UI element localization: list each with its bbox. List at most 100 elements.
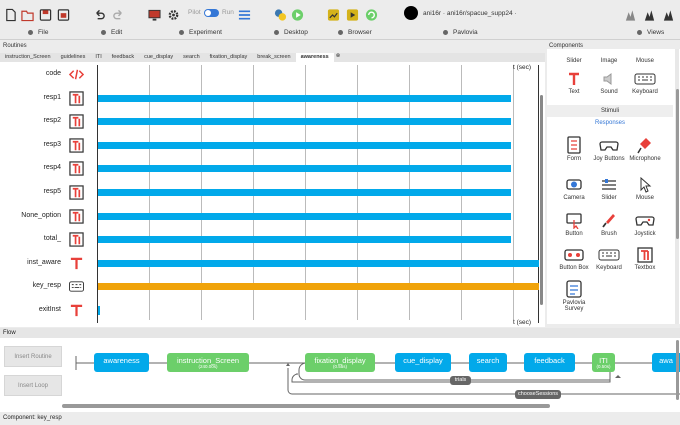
flow-routine-search[interactable]: search xyxy=(469,353,507,372)
tab-iti[interactable]: ITI xyxy=(90,53,106,62)
flow-routine-awareness[interactable]: awareness xyxy=(94,353,149,372)
textbox-icon[interactable] xyxy=(69,90,84,106)
textbox-icon[interactable] xyxy=(69,161,84,177)
view-runner-icon[interactable] xyxy=(662,8,675,22)
status-bar: Component: key_resp xyxy=(0,412,680,425)
browser-run-icon[interactable] xyxy=(365,8,378,22)
timeline-tick[interactable] xyxy=(98,306,100,315)
new-file-icon[interactable] xyxy=(4,8,17,22)
timeline-bar[interactable] xyxy=(98,141,511,149)
run-play-icon[interactable] xyxy=(291,8,304,22)
insert-routine-button[interactable]: Insert Routine xyxy=(4,346,62,367)
experiment-menu[interactable]: Experiment xyxy=(179,29,222,36)
component-mouse-top[interactable]: Mouse xyxy=(624,58,666,64)
pavlovia-menu[interactable]: Pavlovia xyxy=(443,29,478,36)
timeline-bar[interactable] xyxy=(98,165,511,173)
timeline-bar[interactable] xyxy=(98,236,511,244)
timeline-bar[interactable] xyxy=(98,212,511,220)
component-textbox[interactable]: Textbox xyxy=(624,247,666,271)
pilot-label: Pilot xyxy=(188,9,201,16)
insert-loop-button[interactable]: Insert Loop xyxy=(4,375,62,396)
text-icon[interactable] xyxy=(69,303,84,318)
timeline-row-label: inst_aware xyxy=(27,258,61,266)
timeline-row-label: resp5 xyxy=(43,188,61,195)
views-menu[interactable]: Views xyxy=(637,29,664,36)
flow-routine-instruction-screen[interactable]: instruction_Screen (240.00s) xyxy=(167,353,249,372)
file-menu[interactable]: File xyxy=(28,29,48,36)
textbox-icon[interactable] xyxy=(69,138,84,153)
textbox-icon[interactable] xyxy=(69,114,84,129)
pilot-run-toggle[interactable] xyxy=(204,9,219,17)
textbox-icon[interactable] xyxy=(69,185,84,200)
tab-break-screen[interactable]: break_screen xyxy=(252,53,295,62)
redo-icon[interactable] xyxy=(112,8,125,22)
save-as-icon[interactable] xyxy=(57,8,70,22)
text-icon xyxy=(569,72,579,85)
flow-lines xyxy=(75,356,680,395)
view-builder-icon[interactable] xyxy=(624,8,637,22)
flow-routine-feedback[interactable]: feedback xyxy=(524,353,575,372)
component-mouse[interactable]: Mouse xyxy=(624,177,666,201)
textbox-icon[interactable] xyxy=(69,208,84,224)
flow-vscrollbar[interactable] xyxy=(676,340,679,400)
timeline-row-label: total_ xyxy=(43,235,61,243)
tab-instruction-screen[interactable]: instruction_Screen xyxy=(0,53,56,62)
tab-close-icon[interactable]: ⊗ xyxy=(334,53,343,62)
browser-sync-icon[interactable] xyxy=(327,8,340,22)
edit-menu[interactable]: Edit xyxy=(101,29,122,36)
flow-routine-iti[interactable]: ITI (0.50s) xyxy=(592,353,615,372)
flow-routine-fixation-display[interactable]: fixation_display (0.55s) xyxy=(305,353,375,372)
component-pavlovia-survey[interactable]: Pavlovia Survey xyxy=(553,280,595,312)
flow-scrollbar[interactable] xyxy=(62,404,550,408)
keyboard-icon[interactable] xyxy=(69,279,84,294)
keyboard-icon xyxy=(598,249,620,261)
component-microphone[interactable]: Microphone xyxy=(624,136,666,162)
tab-cue-display[interactable]: cue_display xyxy=(139,53,178,62)
timeline-bar[interactable] xyxy=(98,118,511,126)
routine-tabs: instruction_Screen guidelines ITI feedba… xyxy=(0,53,545,62)
user-project-label[interactable]: ani16r · ani16r/spacue_supp24 · xyxy=(423,10,517,17)
tab-feedback[interactable]: feedback xyxy=(107,53,139,62)
loop-choose-sessions[interactable]: chooseSessions xyxy=(515,390,561,399)
code-icon[interactable] xyxy=(69,67,84,82)
loop-trials[interactable]: trials xyxy=(450,376,471,385)
timeline-gridline xyxy=(513,65,514,320)
tab-search[interactable]: search xyxy=(178,53,205,62)
flow-routine-cue-display[interactable]: cue_display xyxy=(395,353,451,372)
slider-icon xyxy=(602,179,616,190)
component-joystick[interactable]: Joystick xyxy=(624,212,666,237)
component-keyboard[interactable]: Keyboard xyxy=(624,71,666,95)
gear-icon[interactable] xyxy=(167,8,180,22)
tab-awareness[interactable]: awareness xyxy=(295,53,334,62)
monitor-icon[interactable] xyxy=(148,8,161,22)
view-coder-icon[interactable] xyxy=(643,8,656,22)
flow-panel: Insert Routine Insert Loop awareness ins… xyxy=(0,338,680,412)
routine-scrollbar[interactable] xyxy=(540,95,543,305)
timeline-bar[interactable] xyxy=(98,189,511,196)
stimuli-section[interactable]: Stimuli xyxy=(547,105,673,117)
tab-guidelines[interactable]: guidelines xyxy=(56,53,91,62)
runner-list-icon[interactable] xyxy=(238,8,251,22)
timeline-bar[interactable] xyxy=(98,94,511,102)
browser-menu[interactable]: Browser xyxy=(338,29,372,36)
timeline-row-label: resp3 xyxy=(43,140,61,148)
textbox-icon xyxy=(637,247,653,263)
camera-icon xyxy=(566,179,582,190)
textbox-icon[interactable] xyxy=(69,232,84,247)
flow-header-bar: Flow xyxy=(0,328,680,338)
components-scrollbar-thumb[interactable] xyxy=(675,89,679,239)
python-icon[interactable] xyxy=(274,8,287,22)
timeline-bar[interactable] xyxy=(98,259,539,267)
responses-section[interactable]: Responses xyxy=(547,118,673,129)
run-label: Run xyxy=(222,9,234,16)
user-avatar[interactable] xyxy=(404,6,418,20)
tab-fixation-display[interactable]: fixation_display xyxy=(205,53,253,62)
undo-icon[interactable] xyxy=(93,8,106,22)
save-icon[interactable] xyxy=(39,8,52,22)
open-folder-icon[interactable] xyxy=(21,8,34,22)
browser-pilot-icon[interactable] xyxy=(346,8,359,22)
timeline-row-label: code xyxy=(45,70,61,77)
text-icon[interactable] xyxy=(69,256,84,271)
desktop-menu[interactable]: Desktop xyxy=(274,29,308,36)
timeline-bar[interactable] xyxy=(98,283,539,291)
